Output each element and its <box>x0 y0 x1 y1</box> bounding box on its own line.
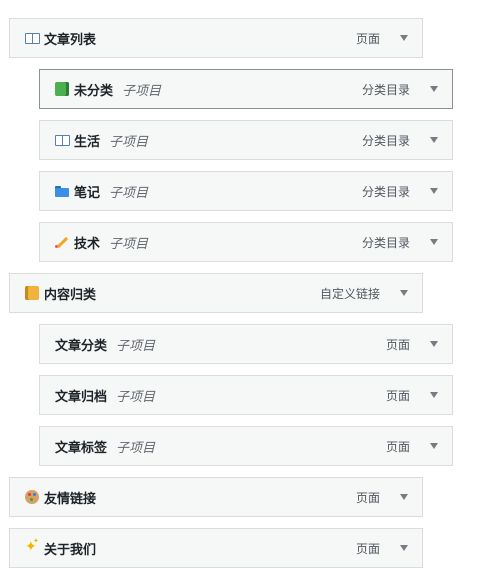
expand-toggle-icon[interactable] <box>428 134 440 146</box>
menu-item-type: 页面 <box>385 388 410 403</box>
open-book-icon <box>25 31 40 45</box>
menu-item-notes[interactable]: 笔记 子项目 分类目录 <box>39 171 453 211</box>
menu-item-title: 文章标签 <box>55 439 108 455</box>
menu-structure: 文章列表 页面 未分类 子项目 分类目录 生活 子项目 分类目录 笔记 子项目 … <box>0 0 489 587</box>
menu-item-type: 分类目录 <box>361 82 410 97</box>
menu-item-type: 分类目录 <box>361 133 410 148</box>
menu-item-article-tags[interactable]: 文章标签 子项目 页面 <box>39 426 453 466</box>
menu-item-type: 页面 <box>385 337 410 352</box>
expand-toggle-icon[interactable] <box>428 338 440 350</box>
open-book-icon <box>55 133 70 147</box>
menu-item-article-categories[interactable]: 文章分类 子项目 页面 <box>39 324 453 364</box>
expand-toggle-icon[interactable] <box>428 440 440 452</box>
menu-item-title: 文章分类 <box>55 337 108 353</box>
expand-toggle-icon[interactable] <box>398 491 410 503</box>
menu-item-life[interactable]: 生活 子项目 分类目录 <box>39 120 453 160</box>
menu-item-title: 技术 <box>74 235 101 251</box>
sub-item-tag: 子项目 <box>122 82 162 98</box>
sub-item-tag: 子项目 <box>109 133 149 149</box>
menu-item-article-list[interactable]: 文章列表 页面 <box>9 18 423 58</box>
sub-item-tag: 子项目 <box>109 235 149 251</box>
menu-item-content-categories[interactable]: 内容归类 自定义链接 <box>9 273 423 313</box>
menu-item-title: 文章归档 <box>55 388 108 404</box>
menu-item-friend-links[interactable]: 友情链接 页面 <box>9 477 423 517</box>
palette-icon <box>25 490 39 504</box>
menu-item-title: 笔记 <box>74 184 101 200</box>
menu-item-type: 页面 <box>355 31 380 46</box>
sub-item-tag: 子项目 <box>116 439 156 455</box>
folder-icon <box>55 184 69 198</box>
sub-item-tag: 子项目 <box>116 388 156 404</box>
pencil-icon <box>55 235 69 249</box>
expand-toggle-icon[interactable] <box>428 236 440 248</box>
expand-toggle-icon[interactable] <box>398 542 410 554</box>
menu-item-article-archive[interactable]: 文章归档 子项目 页面 <box>39 375 453 415</box>
menu-item-type: 页面 <box>355 541 380 556</box>
expand-toggle-icon[interactable] <box>398 32 410 44</box>
menu-item-title: 友情链接 <box>44 490 97 506</box>
menu-item-type: 页面 <box>355 490 380 505</box>
notebook-icon <box>25 286 39 300</box>
sparkles-icon <box>25 537 39 555</box>
menu-item-about-us[interactable]: 关于我们 页面 <box>9 528 423 568</box>
menu-item-type: 分类目录 <box>361 184 410 199</box>
menu-item-uncategorized[interactable]: 未分类 子项目 分类目录 <box>39 69 453 109</box>
expand-toggle-icon[interactable] <box>428 185 440 197</box>
green-book-icon <box>55 82 69 96</box>
expand-toggle-icon[interactable] <box>398 287 410 299</box>
menu-item-type: 页面 <box>385 439 410 454</box>
menu-item-type: 分类目录 <box>361 235 410 250</box>
menu-item-title: 文章列表 <box>44 31 97 47</box>
menu-item-title: 生活 <box>74 133 101 149</box>
menu-item-title: 关于我们 <box>44 541 97 557</box>
menu-item-title: 未分类 <box>74 82 114 98</box>
sub-item-tag: 子项目 <box>109 184 149 200</box>
sub-item-tag: 子项目 <box>116 337 156 353</box>
expand-toggle-icon[interactable] <box>428 389 440 401</box>
menu-item-tech[interactable]: 技术 子项目 分类目录 <box>39 222 453 262</box>
menu-item-title: 内容归类 <box>44 286 97 302</box>
menu-item-type: 自定义链接 <box>319 286 380 301</box>
expand-toggle-icon[interactable] <box>428 83 440 95</box>
